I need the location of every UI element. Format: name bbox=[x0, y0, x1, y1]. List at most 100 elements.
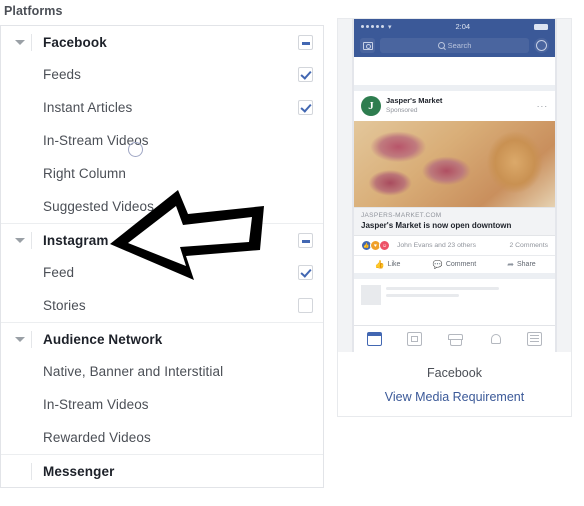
search-icon bbox=[437, 42, 445, 49]
platform-item-feed[interactable]: Feed bbox=[1, 256, 323, 289]
post-header: J Jasper's Market Sponsored ··· bbox=[354, 91, 555, 121]
haha-reaction-icon: ☺ bbox=[379, 240, 390, 251]
post-more-icon[interactable]: ··· bbox=[537, 101, 548, 111]
platform-item-suggested-videos[interactable]: Suggested Videos bbox=[1, 190, 323, 223]
comment-button[interactable]: 💬 Comment bbox=[421, 260, 488, 269]
facebook-navbar: Search bbox=[354, 34, 555, 57]
platform-item-label: Instant Articles bbox=[43, 100, 133, 115]
group-checkbox-instagram[interactable] bbox=[298, 232, 313, 248]
group-title-messenger: Messenger bbox=[43, 463, 115, 479]
platform-item-in-stream-videos[interactable]: In-Stream Videos bbox=[1, 124, 323, 157]
phone-preview-frame: ▾ 2:04 Search J Jasper's Market Sponsore… bbox=[338, 19, 571, 352]
platform-group-audience-network: Audience Network Native, Banner and Inte… bbox=[1, 323, 323, 455]
tab-marketplace[interactable] bbox=[434, 333, 474, 346]
bell-icon bbox=[489, 333, 501, 345]
checkbox-feeds[interactable] bbox=[298, 67, 313, 82]
comment-button-label: Comment bbox=[445, 261, 477, 268]
platform-item-stories[interactable]: Stories bbox=[1, 289, 323, 322]
like-button[interactable]: 👍 Like bbox=[354, 260, 421, 269]
ad-preview-panel: ▾ 2:04 Search J Jasper's Market Sponsore… bbox=[337, 18, 572, 417]
platform-item-feeds[interactable]: Feeds bbox=[1, 58, 323, 91]
reaction-icons: 👍 ♥ ☺ bbox=[361, 240, 390, 251]
post-link-title: Jasper's Market is now open downtown bbox=[361, 221, 512, 230]
tab-menu[interactable] bbox=[515, 332, 555, 346]
menu-icon bbox=[527, 332, 543, 346]
group-header-audience-network[interactable]: Audience Network bbox=[1, 323, 323, 355]
platform-item-label: Right Column bbox=[43, 166, 126, 181]
platform-group-instagram: Instagram Feed Stories bbox=[1, 224, 323, 323]
platform-item-an-in-stream-videos[interactable]: In-Stream Videos bbox=[1, 388, 323, 421]
status-time: 2:04 bbox=[455, 22, 471, 31]
platform-item-native-banner-interstitial[interactable]: Native, Banner and Interstitial bbox=[1, 355, 323, 388]
caret-down-icon-audience-network[interactable] bbox=[9, 323, 31, 355]
post-brand-name: Jasper's Market bbox=[386, 96, 443, 106]
post-image bbox=[354, 121, 555, 207]
tab-notifications[interactable] bbox=[475, 333, 515, 345]
checkbox-instant-articles[interactable] bbox=[298, 100, 313, 115]
tab-news-feed[interactable] bbox=[354, 332, 394, 346]
next-post-placeholder bbox=[354, 273, 555, 311]
thumbs-up-icon: 👍 bbox=[374, 260, 385, 269]
group-checkbox-facebook[interactable] bbox=[298, 34, 313, 50]
comment-icon: 💬 bbox=[432, 260, 443, 269]
post-reactions-row: 👍 ♥ ☺ John Evans and 23 others 2 Comment… bbox=[354, 236, 555, 255]
platform-group-messenger: Messenger bbox=[1, 455, 323, 487]
platform-item-label: In-Stream Videos bbox=[43, 133, 149, 148]
header-divider bbox=[31, 330, 32, 348]
post-action-row: 👍 Like 💬 Comment ➦ Share bbox=[354, 255, 555, 273]
platform-item-label: In-Stream Videos bbox=[43, 397, 149, 412]
wifi-icon: ▾ bbox=[388, 23, 392, 31]
comments-count[interactable]: 2 Comments bbox=[509, 242, 548, 249]
platform-list: Facebook Feeds Instant Articles In-Strea… bbox=[0, 25, 324, 488]
share-button[interactable]: ➦ Share bbox=[488, 260, 555, 269]
share-icon: ➦ bbox=[507, 260, 514, 269]
brand-logo-icon: J bbox=[361, 96, 381, 116]
view-media-requirement-link[interactable]: View Media Requirement bbox=[338, 380, 571, 404]
battery-icon bbox=[534, 23, 548, 30]
checkbox-stories[interactable] bbox=[298, 298, 313, 313]
group-title-instagram: Instagram bbox=[43, 232, 109, 248]
share-button-label: Share bbox=[517, 261, 536, 268]
caret-down-icon-instagram[interactable] bbox=[9, 224, 31, 256]
platform-group-facebook: Facebook Feeds Instant Articles In-Strea… bbox=[1, 26, 323, 224]
group-header-messenger[interactable]: Messenger bbox=[1, 455, 323, 487]
post-link-block[interactable]: JASPERS-MARKET.COM Jasper's Market is no… bbox=[354, 207, 555, 236]
placeholder-lines bbox=[386, 285, 548, 301]
group-header-instagram[interactable]: Instagram bbox=[1, 224, 323, 256]
search-input[interactable]: Search bbox=[380, 38, 529, 53]
reactions-text: John Evans and 23 others bbox=[397, 242, 476, 249]
platform-item-instant-articles[interactable]: Instant Articles bbox=[1, 91, 323, 124]
video-icon bbox=[406, 332, 422, 346]
messenger-icon[interactable] bbox=[534, 38, 549, 53]
checkbox-feed[interactable] bbox=[298, 265, 313, 280]
platform-item-label: Native, Banner and Interstitial bbox=[43, 364, 224, 379]
platforms-section-label: Platforms bbox=[4, 4, 63, 18]
phone-tab-bar bbox=[354, 325, 555, 352]
preview-platform-caption: Facebook bbox=[427, 366, 482, 380]
platform-item-label: Stories bbox=[43, 298, 86, 313]
feed-top-gap bbox=[354, 57, 555, 85]
platforms-section: Platforms Facebook Feeds Instant Article… bbox=[0, 0, 330, 488]
platform-item-label: Feeds bbox=[43, 67, 82, 82]
group-title-facebook: Facebook bbox=[43, 34, 107, 50]
post-link-domain: JASPERS-MARKET.COM bbox=[361, 212, 442, 219]
camera-icon[interactable] bbox=[360, 38, 375, 53]
phone-status-bar: ▾ 2:04 bbox=[354, 19, 555, 34]
marketplace-icon bbox=[448, 333, 463, 346]
post-sponsored-label: Sponsored bbox=[386, 107, 418, 115]
tab-watch[interactable] bbox=[394, 332, 434, 346]
platform-item-label: Feed bbox=[43, 265, 75, 280]
platform-item-rewarded-videos[interactable]: Rewarded Videos bbox=[1, 421, 323, 454]
signal-indicator: ▾ bbox=[361, 23, 455, 31]
caret-down-icon-facebook[interactable] bbox=[9, 26, 31, 58]
platform-item-label: Suggested Videos bbox=[43, 199, 154, 214]
group-header-facebook[interactable]: Facebook bbox=[1, 26, 323, 58]
header-divider bbox=[31, 462, 32, 480]
group-title-audience-network: Audience Network bbox=[43, 331, 163, 347]
header-divider bbox=[31, 231, 32, 249]
placeholder-thumbnail bbox=[361, 285, 381, 305]
phone-body: ▾ 2:04 Search J Jasper's Market Sponsore… bbox=[352, 19, 557, 352]
cursor-ring-indicator bbox=[128, 142, 143, 157]
platform-item-right-column[interactable]: Right Column bbox=[1, 157, 323, 190]
platform-item-label: Rewarded Videos bbox=[43, 430, 151, 445]
